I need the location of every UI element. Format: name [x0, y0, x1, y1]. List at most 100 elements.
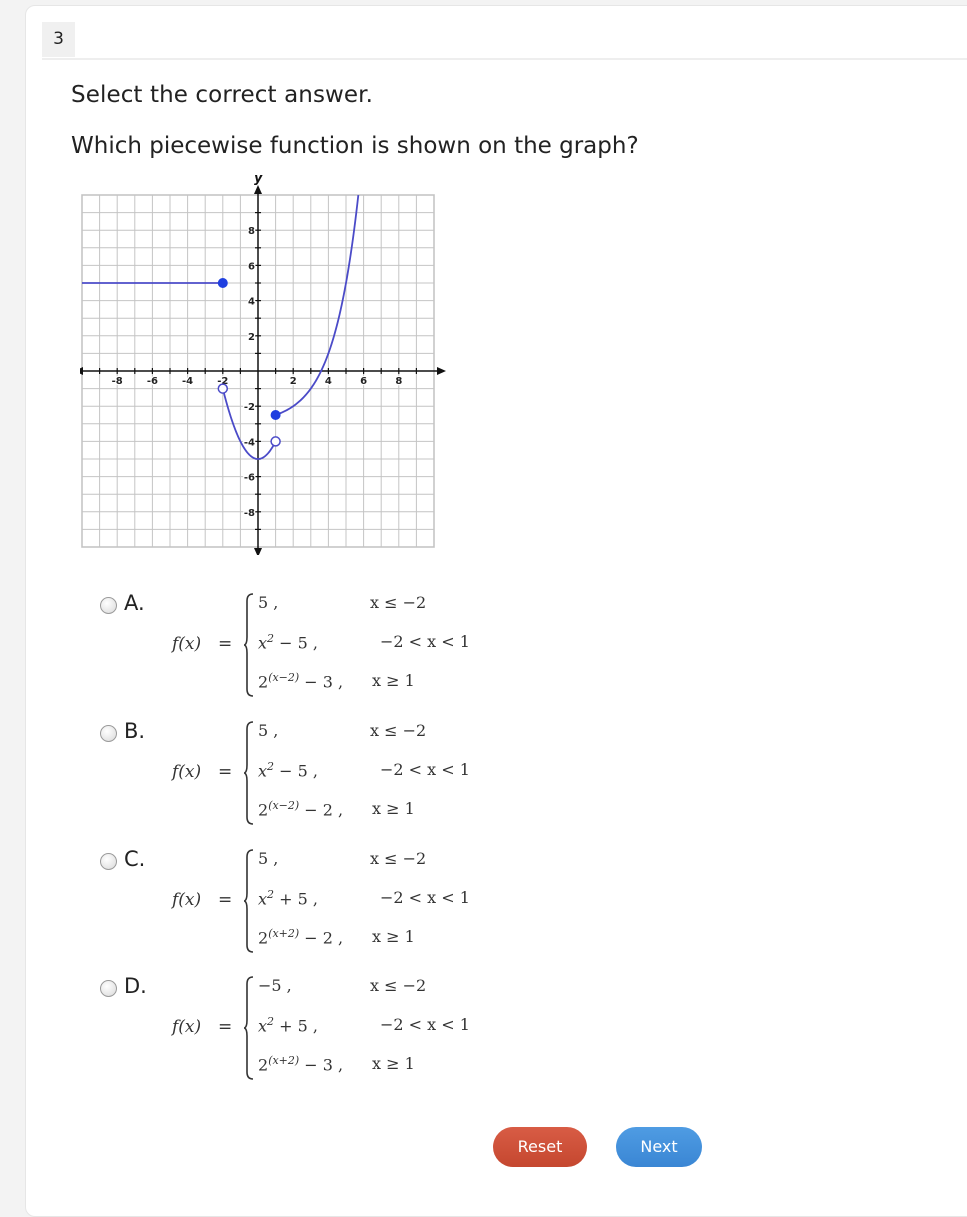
- piece-condition: x ≤ −2: [370, 976, 427, 995]
- y-tick-label: 8: [248, 226, 255, 237]
- x-axis-arrow-right-icon: [437, 367, 446, 375]
- x-tick-label: 4: [325, 376, 332, 387]
- left-brace-icon: [244, 849, 254, 953]
- expression-base: x: [258, 1016, 268, 1036]
- piece-condition: x ≥ 1: [372, 927, 415, 946]
- closed-endpoint-dot: [270, 410, 281, 420]
- y-tick-label: 2: [248, 332, 255, 343]
- piece-condition: x ≤ −2: [370, 721, 427, 740]
- piece-condition: x ≥ 1: [372, 671, 415, 690]
- piece-expression: x2 − 5 ,: [258, 632, 318, 652]
- function-name: f(x): [172, 1017, 202, 1037]
- y-tick-label: 6: [248, 261, 255, 272]
- piece-expression: 2(x−2) − 2 ,: [258, 799, 343, 819]
- left-brace-icon: [244, 593, 254, 697]
- x-tick-label: 2: [290, 376, 297, 387]
- equals-sign: =: [218, 890, 233, 910]
- expression-exponent: (x+2): [268, 927, 300, 940]
- expression-exponent: 2: [267, 1015, 275, 1028]
- expression-rest: − 3 ,: [299, 672, 344, 692]
- y-tick-label: 4: [248, 297, 255, 308]
- expression-base: x: [258, 761, 268, 781]
- radio-button[interactable]: [100, 853, 117, 870]
- y-tick-label: -8: [244, 508, 255, 519]
- expression-base: x: [258, 889, 268, 909]
- answer-option-b[interactable]: B. f(x) = 5 , x ≤ −2 x2 − 5 , −2 < x < 1 2(x−2)…: [98, 715, 548, 835]
- expression-rest: + 5 ,: [274, 1016, 318, 1036]
- equals-sign: =: [218, 634, 233, 654]
- expression-text: −5 ,: [258, 976, 292, 995]
- piece-expression: x2 + 5 ,: [258, 1015, 318, 1035]
- expression-base: 2: [258, 672, 269, 692]
- expression-rest: − 2 ,: [299, 800, 344, 820]
- piece-condition: −2 < x < 1: [380, 760, 470, 779]
- radio-button[interactable]: [100, 980, 117, 997]
- expression-exponent: (x−2): [268, 671, 300, 684]
- piece-expression: 5 ,: [258, 593, 278, 612]
- expression-text: 5 ,: [258, 721, 279, 740]
- closed-endpoint-dot: [217, 278, 228, 288]
- y-axis-arrow-down-icon: [254, 548, 262, 555]
- function-name: f(x): [172, 762, 202, 782]
- next-button[interactable]: Next: [616, 1127, 702, 1167]
- left-brace-icon: [244, 976, 254, 1080]
- piece-condition: x ≤ −2: [370, 849, 427, 868]
- expression-base: 2: [258, 928, 269, 948]
- open-endpoint-circle: [217, 383, 229, 394]
- option-letter: C.: [124, 847, 146, 871]
- piece-expression: 2(x+2) − 2 ,: [258, 927, 343, 947]
- piece-expression: x2 + 5 ,: [258, 888, 318, 908]
- reset-button[interactable]: Reset: [493, 1127, 587, 1167]
- expression-text: 5 ,: [258, 593, 279, 612]
- piece-condition: x ≤ −2: [370, 593, 427, 612]
- x-tick-label: 6: [360, 376, 367, 387]
- radio-button[interactable]: [100, 597, 117, 614]
- expression-base: 2: [258, 1055, 269, 1075]
- option-letter: D.: [124, 974, 147, 998]
- expression-rest: − 3 ,: [299, 1055, 344, 1075]
- instruction-text: Select the correct answer.: [71, 82, 374, 108]
- y-axis-arrow-up-icon: [254, 185, 262, 194]
- piece-condition: x ≥ 1: [372, 799, 415, 818]
- piece-expression: 2(x+2) − 3 ,: [258, 1054, 343, 1074]
- piece-expression: 2(x−2) − 3 ,: [258, 671, 343, 691]
- piece-expression: 5 ,: [258, 721, 278, 740]
- question-text: Which piecewise function is shown on the…: [71, 133, 639, 159]
- radio-button[interactable]: [100, 725, 117, 742]
- y-tick-label: -2: [244, 402, 255, 413]
- expression-exponent: (x+2): [268, 1054, 300, 1067]
- expression-rest: − 2 ,: [299, 928, 344, 948]
- x-tick-label: 8: [395, 376, 402, 387]
- expression-text: 5 ,: [258, 849, 279, 868]
- x-axis-arrow-left-icon: [80, 367, 83, 375]
- answer-option-a[interactable]: A. f(x) = 5 ,x ≤ −2 x2 − 5 , −2 < x < 1 2(x−2)…: [98, 587, 548, 707]
- question-number: 3: [42, 22, 75, 57]
- expression-exponent: (x−2): [268, 799, 300, 812]
- function-graph: xy -8-6-4-22468-8-6-4-22468: [80, 175, 446, 555]
- equals-sign: =: [218, 762, 233, 782]
- option-letter: B.: [124, 719, 146, 743]
- y-tick-label: -4: [244, 437, 255, 448]
- x-tick-label: -4: [182, 376, 193, 387]
- y-axis-label: y: [254, 175, 263, 186]
- answer-option-d[interactable]: D. f(x) = −5 ,x ≤ −2 x2 + 5 , −2 < x < 1 2(x+2…: [98, 970, 548, 1090]
- question-header-bar: [42, 22, 967, 60]
- y-tick-label: -6: [244, 473, 255, 484]
- left-brace-icon: [244, 721, 254, 825]
- piece-condition: x ≥ 1: [372, 1054, 415, 1073]
- open-endpoint-circle: [270, 436, 281, 447]
- answer-option-c[interactable]: C. f(x) = 5 ,x ≤ −2 x2 + 5 , −2 < x < 1 2(x+2)…: [98, 843, 548, 963]
- piece-condition: −2 < x < 1: [380, 1015, 470, 1034]
- piece-condition: −2 < x < 1: [380, 888, 470, 907]
- option-letter: A.: [124, 591, 145, 615]
- function-name: f(x): [172, 634, 202, 654]
- piece-expression: 5 ,: [258, 849, 278, 868]
- expression-base: x: [258, 633, 268, 653]
- expression-base: 2: [258, 800, 269, 820]
- expression-rest: − 5 ,: [274, 633, 318, 653]
- expression-exponent: 2: [267, 632, 275, 645]
- piece-condition: −2 < x < 1: [380, 632, 470, 651]
- piece-expression: x2 − 5 ,: [258, 760, 318, 780]
- equals-sign: =: [218, 1017, 233, 1037]
- expression-exponent: 2: [267, 888, 275, 901]
